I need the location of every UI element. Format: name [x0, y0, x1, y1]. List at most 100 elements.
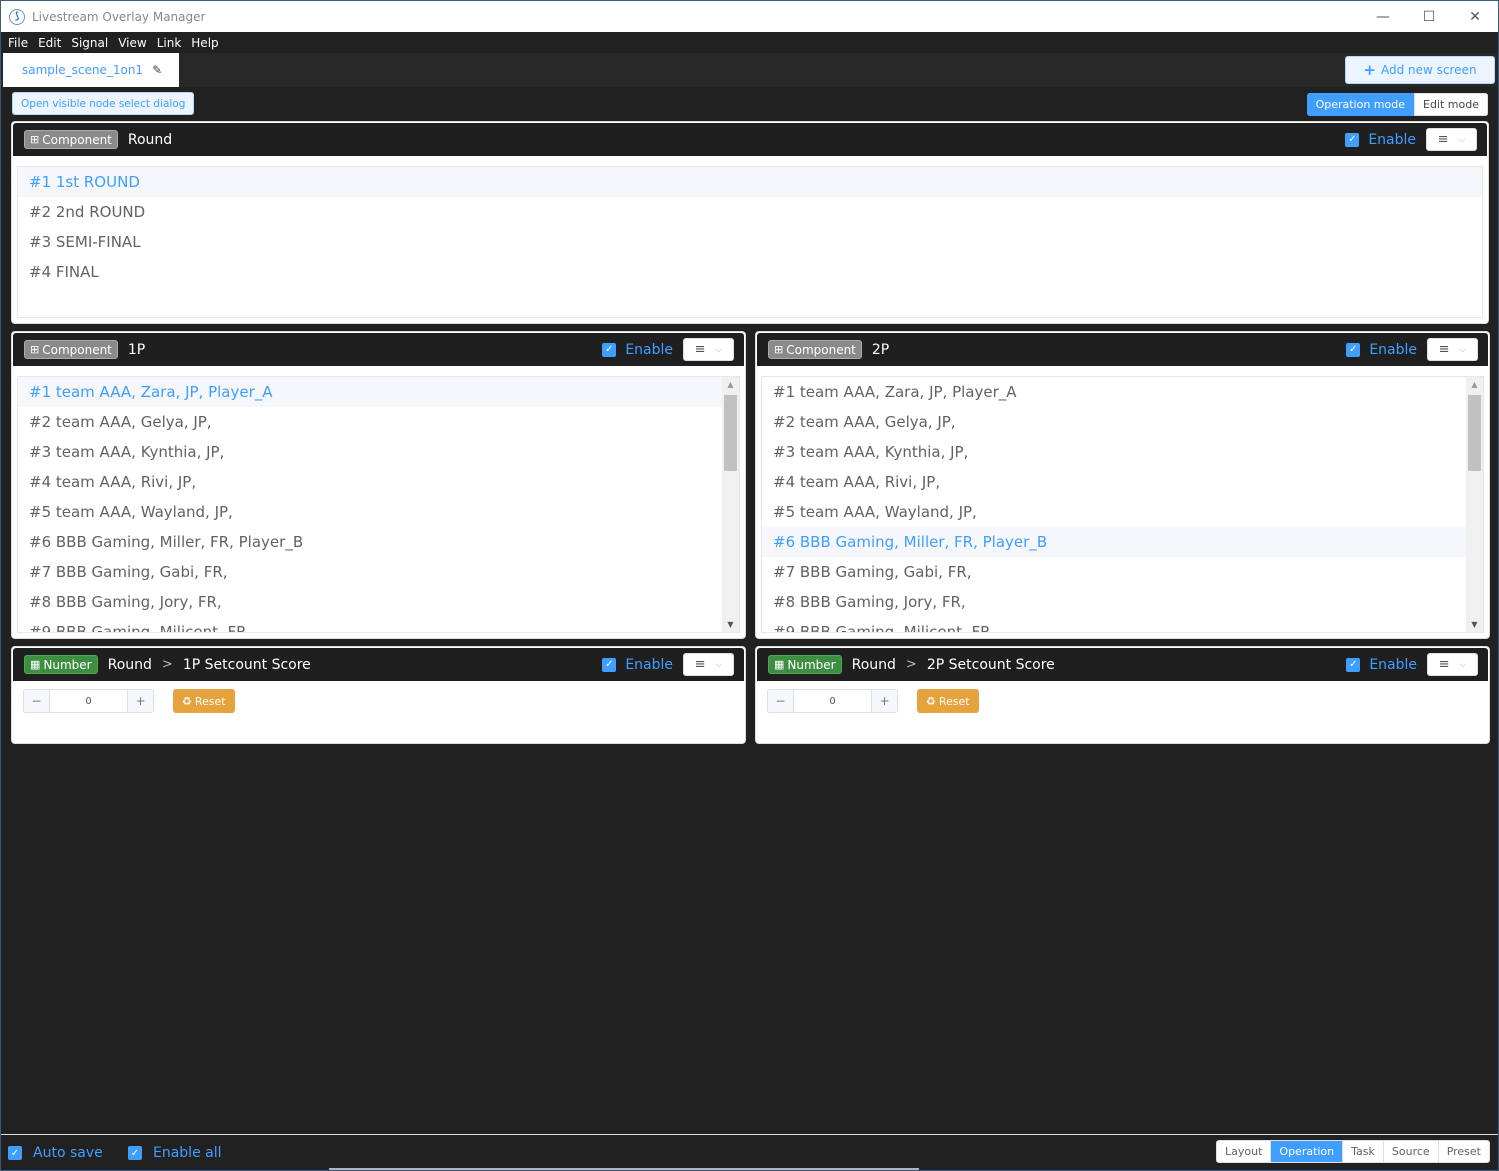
panel-menu-dropdown[interactable]: ≡ ⌵	[683, 653, 734, 676]
component-badge: ⊞ Component	[768, 340, 862, 359]
scroll-up-arrow-icon[interactable]: ▲	[722, 380, 739, 389]
enable-label[interactable]: Enable	[1368, 132, 1416, 148]
mode-toggle: Operation mode Edit mode	[1306, 93, 1488, 116]
panel-menu-dropdown[interactable]: ≡ ⌵	[1427, 653, 1478, 676]
operation-mode-button[interactable]: Operation mode	[1306, 93, 1414, 116]
enable-checkbox[interactable]: ✓	[1346, 657, 1361, 672]
menu-link[interactable]: Link	[152, 36, 187, 50]
list-item[interactable]: #3 team AAA, Kynthia, JP,	[18, 437, 739, 467]
auto-save-toggle[interactable]: ✓ Auto save	[8, 1145, 103, 1161]
enable-label[interactable]: Enable	[1369, 342, 1417, 358]
reset-button[interactable]: ♻ Reset	[173, 689, 235, 713]
badge-label: Number	[787, 657, 836, 672]
list-item[interactable]: #5 team AAA, Wayland, JP,	[18, 497, 739, 527]
reset-label: Reset	[194, 694, 226, 708]
scroll-down-arrow-icon[interactable]: ▼	[1466, 620, 1483, 629]
list-item[interactable]: #6 BBB Gaming, Miller, FR, Player_B	[762, 527, 1483, 557]
list-item[interactable]: #4 team AAA, Rivi, JP,	[18, 467, 739, 497]
score-input[interactable]: 0	[793, 690, 872, 712]
open-visible-node-dialog-button[interactable]: Open visible node select dialog	[12, 92, 195, 115]
list-item[interactable]: #2 team AAA, Gelya, JP,	[762, 407, 1483, 437]
panel-title: 2P Setcount Score	[926, 656, 1055, 673]
chevron-down-icon: ⌵	[1458, 134, 1466, 145]
decrement-button[interactable]: −	[24, 690, 49, 712]
list-item[interactable]: #3 SEMI-FINAL	[18, 227, 1482, 257]
enable-label[interactable]: Enable	[625, 657, 673, 673]
auto-save-label[interactable]: Auto save	[33, 1145, 103, 1161]
round-list: #1 1st ROUND #2 2nd ROUND #3 SEMI-FINAL #4 …	[17, 166, 1483, 318]
edit-mode-button[interactable]: Edit mode	[1414, 93, 1488, 116]
list-item[interactable]: #2 2nd ROUND	[18, 197, 1482, 227]
vertical-scrollbar[interactable]: ▲ ▼	[1466, 377, 1483, 632]
horizontal-scrollbar[interactable]	[329, 1168, 919, 1170]
list-item[interactable]: #9 BBB Gaming, Milicent, FR,	[762, 617, 1483, 632]
edit-icon[interactable]: ✎	[152, 63, 162, 77]
enable-checkbox[interactable]: ✓	[602, 342, 617, 357]
hamburger-icon: ≡	[694, 342, 706, 357]
tab-preset[interactable]: Preset	[1439, 1141, 1489, 1162]
menu-view[interactable]: View	[113, 36, 151, 50]
list-item[interactable]: #6 BBB Gaming, Miller, FR, Player_B	[18, 527, 739, 557]
badge-label: Component	[42, 342, 112, 357]
scroll-down-arrow-icon[interactable]: ▼	[722, 620, 739, 629]
auto-save-checkbox[interactable]: ✓	[8, 1146, 22, 1160]
decrement-button[interactable]: −	[768, 690, 793, 712]
tab-task[interactable]: Task	[1343, 1141, 1384, 1162]
list-item[interactable]: #1 team AAA, Zara, JP, Player_A	[18, 377, 739, 407]
increment-button[interactable]: +	[128, 690, 153, 712]
increment-button[interactable]: +	[872, 690, 897, 712]
player1-panel: ⊞ Component 1P ✓ Enable ≡ ⌵ #1 team AAA,…	[11, 331, 746, 639]
scroll-up-arrow-icon[interactable]: ▲	[1466, 380, 1483, 389]
list-item[interactable]: #1 team AAA, Zara, JP, Player_A	[762, 377, 1483, 407]
list-item[interactable]: #5 team AAA, Wayland, JP,	[762, 497, 1483, 527]
tab-source[interactable]: Source	[1384, 1141, 1439, 1162]
tab-layout[interactable]: Layout	[1217, 1141, 1272, 1162]
enable-checkbox[interactable]: ✓	[602, 657, 617, 672]
list-item[interactable]: #3 team AAA, Kynthia, JP,	[762, 437, 1483, 467]
panel-header: ⊞ Component 1P ✓ Enable ≡ ⌵	[12, 332, 745, 366]
maximize-button[interactable]: ☐	[1406, 1, 1452, 32]
reset-button[interactable]: ♻ Reset	[917, 689, 979, 713]
list-item[interactable]: #2 team AAA, Gelya, JP,	[18, 407, 739, 437]
panel-menu-dropdown[interactable]: ≡ ⌵	[1427, 338, 1478, 361]
scroll-thumb[interactable]	[1468, 395, 1481, 471]
status-footer: ✓ Auto save ✓ Enable all Layout Operatio…	[1, 1134, 1498, 1170]
enable-all-toggle[interactable]: ✓ Enable all	[128, 1145, 222, 1161]
panel-menu-dropdown[interactable]: ≡ ⌵	[1426, 128, 1477, 151]
panel-menu-dropdown[interactable]: ≡ ⌵	[683, 338, 734, 361]
list-item[interactable]: #1 1st ROUND	[18, 167, 1482, 197]
player2-list: #1 team AAA, Zara, JP, Player_A #2 team A…	[761, 376, 1484, 633]
menu-edit[interactable]: Edit	[33, 36, 66, 50]
scene-tab[interactable]: sample_scene_1on1 ✎	[3, 53, 179, 87]
enable-all-checkbox[interactable]: ✓	[128, 1146, 142, 1160]
add-new-screen-button[interactable]: + Add new screen	[1345, 56, 1495, 84]
component-icon: ⊞	[774, 343, 784, 356]
scroll-thumb[interactable]	[724, 395, 737, 471]
list-item[interactable]: #4 team AAA, Rivi, JP,	[762, 467, 1483, 497]
menu-signal[interactable]: Signal	[66, 36, 113, 50]
panel-header: ⊞ Component Round ✓ Enable ≡ ⌵	[12, 122, 1488, 156]
enable-all-label[interactable]: Enable all	[153, 1145, 222, 1161]
menu-help[interactable]: Help	[186, 36, 223, 50]
round-panel: ⊞ Component Round ✓ Enable ≡ ⌵ #1 1st RO…	[11, 121, 1489, 324]
score-input[interactable]: 0	[49, 690, 128, 712]
enable-checkbox[interactable]: ✓	[1345, 132, 1360, 147]
list-item[interactable]: #7 BBB Gaming, Gabi, FR,	[18, 557, 739, 587]
tab-operation[interactable]: Operation	[1271, 1141, 1344, 1162]
list-item[interactable]: #8 BBB Gaming, Jory, FR,	[18, 587, 739, 617]
calculator-icon: ▦	[30, 658, 41, 671]
component-icon: ⊞	[30, 133, 40, 146]
list-item[interactable]: #9 BBB Gaming, Milicent, FR,	[18, 617, 739, 632]
window-title: Livestream Overlay Manager	[32, 9, 206, 24]
enable-label[interactable]: Enable	[1369, 657, 1417, 673]
list-item[interactable]: #4 FINAL	[18, 257, 1482, 287]
enable-checkbox[interactable]: ✓	[1346, 342, 1361, 357]
vertical-scrollbar[interactable]: ▲ ▼	[722, 377, 739, 632]
minimize-button[interactable]: —	[1360, 1, 1406, 32]
list-item[interactable]: #8 BBB Gaming, Jory, FR,	[762, 587, 1483, 617]
menu-file[interactable]: File	[3, 36, 33, 50]
panel-title: 2P	[871, 341, 890, 358]
close-button[interactable]: ✕	[1452, 1, 1498, 32]
enable-label[interactable]: Enable	[625, 342, 673, 358]
list-item[interactable]: #7 BBB Gaming, Gabi, FR,	[762, 557, 1483, 587]
